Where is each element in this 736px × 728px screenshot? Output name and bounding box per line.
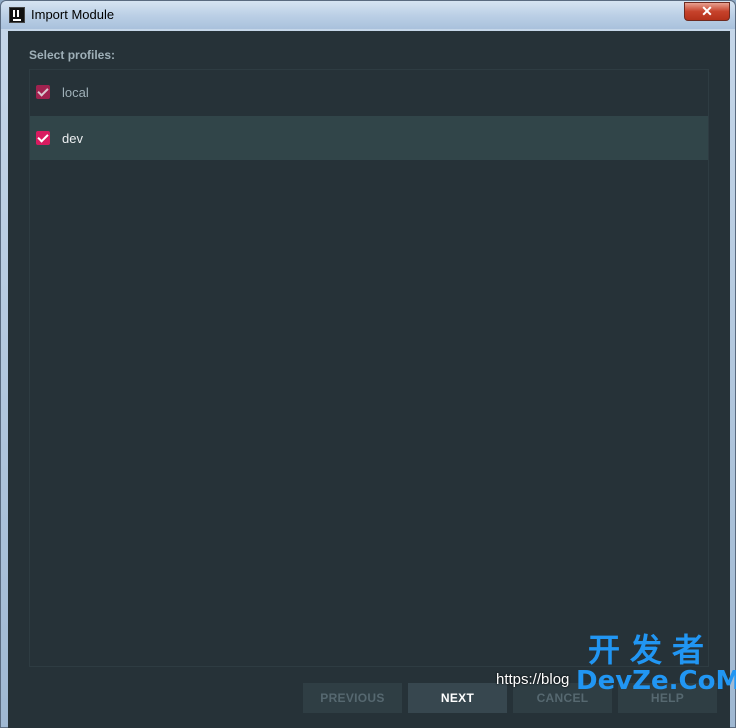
profile-label-local: local: [62, 84, 89, 100]
next-button[interactable]: NEXT: [408, 683, 507, 713]
previous-button[interactable]: PREVIOUS: [303, 683, 402, 713]
dialog-content: Select profiles: local dev PREVIOUS NEXT…: [8, 31, 730, 728]
close-button[interactable]: ✕: [684, 2, 730, 21]
dev-checkbox[interactable]: [36, 131, 50, 145]
local-checkbox[interactable]: [36, 85, 50, 99]
profiles-list: local dev: [29, 69, 709, 667]
watermark-logo-cn: 开发者: [587, 631, 714, 669]
watermark-logo: 开发者 DevZe.CoM: [576, 631, 736, 724]
profile-item-local[interactable]: local: [30, 70, 708, 114]
select-profiles-label: Select profiles:: [29, 48, 116, 62]
watermark-logo-en: DevZe.CoM: [576, 666, 736, 696]
title-bar[interactable]: Import Module ✕: [1, 1, 735, 29]
profile-label-dev: dev: [62, 130, 83, 146]
watermark-url: https://blog: [496, 671, 570, 688]
import-module-window: Import Module ✕ Select profiles: local d…: [0, 0, 736, 728]
intellij-app-icon: [9, 7, 25, 23]
profile-item-dev[interactable]: dev: [30, 116, 708, 160]
window-title: Import Module: [31, 7, 115, 22]
